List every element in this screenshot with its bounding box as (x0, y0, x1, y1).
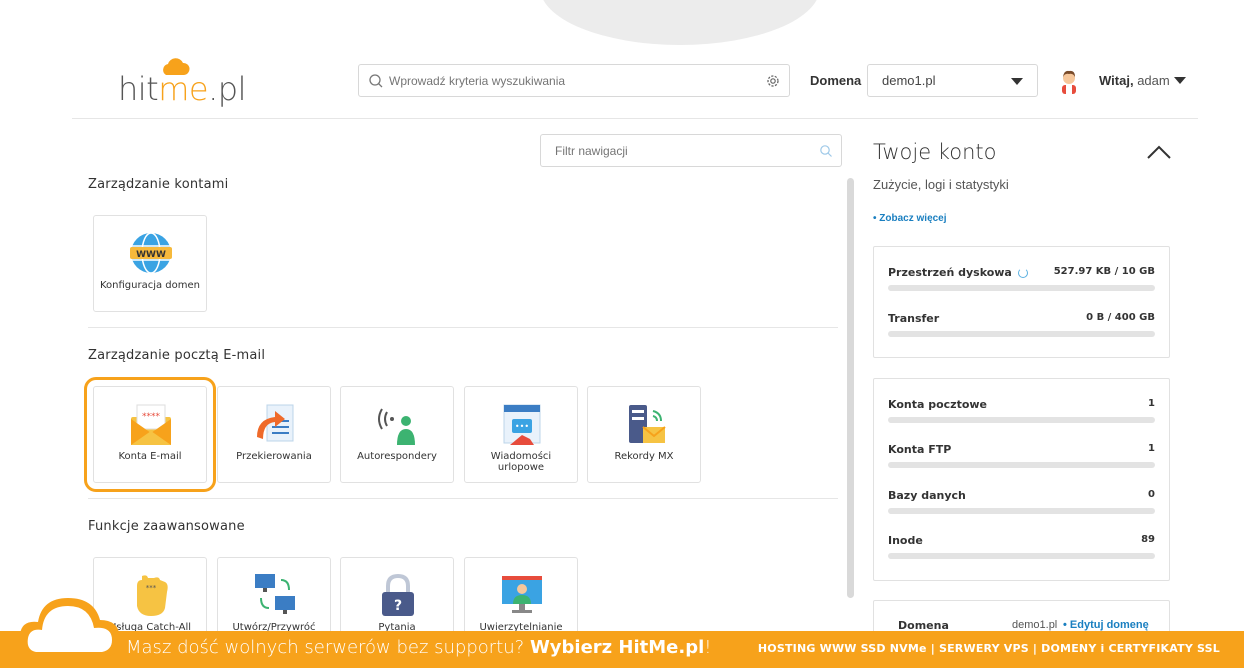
see-more-link[interactable]: • Zobacz więcej (873, 213, 947, 224)
progress-bar (888, 508, 1155, 514)
svg-text:****: **** (142, 412, 161, 422)
section-title-advanced: Funkcje zaawansowane (88, 519, 245, 534)
search-box[interactable] (358, 64, 790, 97)
nav-filter[interactable] (540, 134, 842, 167)
tile-label: Autorespondery (357, 451, 437, 462)
stat-value: 0 (1148, 489, 1155, 500)
user-greeting[interactable]: Witaj, adam (1099, 73, 1170, 88)
tile-label: Wiadomości urlopowe (490, 451, 552, 473)
autoresponder-person-icon (378, 408, 415, 445)
stat-inode: Inode 89 (888, 534, 1155, 564)
search-icon (369, 74, 383, 88)
mx-server-icon (629, 405, 666, 443)
decorative-arc (540, 0, 820, 45)
chevron-down-icon (1011, 78, 1023, 85)
tile-mx-records[interactable]: Rekordy MX (587, 386, 701, 483)
tile-vacation-messages[interactable]: ••• Wiadomości urlopowe (464, 386, 578, 483)
domain-row-value: demo1.pl (1012, 619, 1058, 631)
stat-disk-space: Przestrzeń dyskowa 527.97 KB / 10 GB (888, 266, 1155, 296)
nav-scrollbar[interactable] (847, 178, 854, 598)
tile-label: Przekierowania (236, 451, 312, 462)
stat-label: Konta pocztowe (888, 398, 988, 411)
stat-label: Bazy danych (888, 489, 966, 502)
tile-label: Konta E-mail (118, 451, 182, 462)
stat-transfer: Transfer 0 B / 400 GB (888, 312, 1155, 342)
stat-mail-accounts: Konta pocztowe 1 (888, 398, 1155, 428)
stat-databases: Bazy danych 0 (888, 489, 1155, 519)
forward-arrow-icon (257, 404, 294, 442)
stat-value: 1 (1148, 443, 1155, 454)
catch-all-hand-icon: *** (137, 575, 168, 616)
vacation-message-icon: ••• (503, 404, 541, 445)
section-title-email: Zarządzanie pocztą E-mail (88, 348, 266, 363)
nav-filter-input[interactable] (555, 140, 805, 162)
stat-value: 89 (1141, 534, 1155, 545)
edit-domain-link[interactable]: • Edytuj domenę (1063, 619, 1149, 631)
svg-text:•••: ••• (515, 422, 529, 431)
progress-bar (888, 553, 1155, 559)
progress-bar (888, 331, 1155, 337)
tile-domain-config[interactable]: WWW Konfiguracja domen (93, 215, 207, 312)
counts-card: Konta pocztowe 1 Konta FTP 1 Bazy danych… (873, 378, 1170, 581)
account-panel-title: Twoje konto (873, 140, 997, 164)
stat-value: 527.97 KB / 10 GB (1053, 266, 1155, 277)
tile-label: Konfiguracja domen (99, 280, 201, 291)
tile-forwarding[interactable]: Przekierowania (217, 386, 331, 483)
stat-label: Inode (888, 534, 923, 547)
section-divider (88, 327, 838, 328)
avatar[interactable] (1058, 68, 1080, 94)
user-menu-chevron-icon[interactable] (1174, 77, 1186, 84)
stat-label: Konta FTP (888, 443, 952, 456)
stat-value: 1 (1148, 398, 1155, 409)
progress-bar (888, 417, 1155, 423)
progress-bar (888, 462, 1155, 468)
section-divider (88, 498, 838, 499)
page: hitme.pl Domena demo1.pl Witaj, adam Zar… (0, 0, 1244, 668)
account-panel-subtitle: Zużycie, logi i statystyki (873, 177, 1009, 192)
domain-select-value: demo1.pl (882, 73, 936, 88)
progress-bar (888, 285, 1155, 291)
www-globe-icon: WWW (130, 232, 172, 274)
authentication-screen-icon (502, 576, 542, 613)
search-icon (820, 145, 832, 157)
svg-text:WWW: WWW (136, 250, 166, 260)
stat-label: Transfer (888, 312, 940, 325)
header-divider (72, 118, 1198, 119)
lock-question-icon: ? (382, 573, 414, 616)
backup-computers-icon (255, 574, 295, 614)
tile-email-accounts[interactable]: **** Konta E-mail (84, 377, 216, 492)
banner-services: HOSTING WWW SSD NVMe | SERWERY VPS | DOM… (757, 642, 1220, 655)
gear-icon[interactable] (765, 73, 781, 89)
refresh-icon[interactable] (1017, 268, 1028, 278)
domain-select[interactable]: demo1.pl (867, 64, 1038, 97)
usage-card: Przestrzeń dyskowa 527.97 KB / 10 GB Tra… (873, 246, 1170, 358)
banner-text: Masz dość wolnych serwerów bez supportu?… (126, 637, 712, 658)
logo-text: hitme.pl (118, 70, 246, 108)
tile-label: Rekordy MX (614, 451, 674, 462)
svg-text:***: *** (146, 584, 157, 592)
section-title-accounts: Zarządzanie kontami (88, 177, 229, 192)
chevron-up-icon[interactable] (1146, 144, 1172, 160)
search-input[interactable] (389, 69, 759, 93)
tile-autoresponders[interactable]: Autorespondery (340, 386, 454, 483)
stat-value: 0 B / 400 GB (1086, 312, 1155, 323)
stat-ftp-accounts: Konta FTP 1 (888, 443, 1155, 473)
stat-label: Przestrzeń dyskowa (888, 266, 1012, 279)
svg-text:?: ? (394, 598, 402, 614)
cloud-icon (19, 598, 120, 668)
logo[interactable]: hitme.pl (118, 58, 248, 110)
mail-envelope-icon: **** (131, 404, 171, 445)
domain-label: Domena (810, 73, 862, 88)
